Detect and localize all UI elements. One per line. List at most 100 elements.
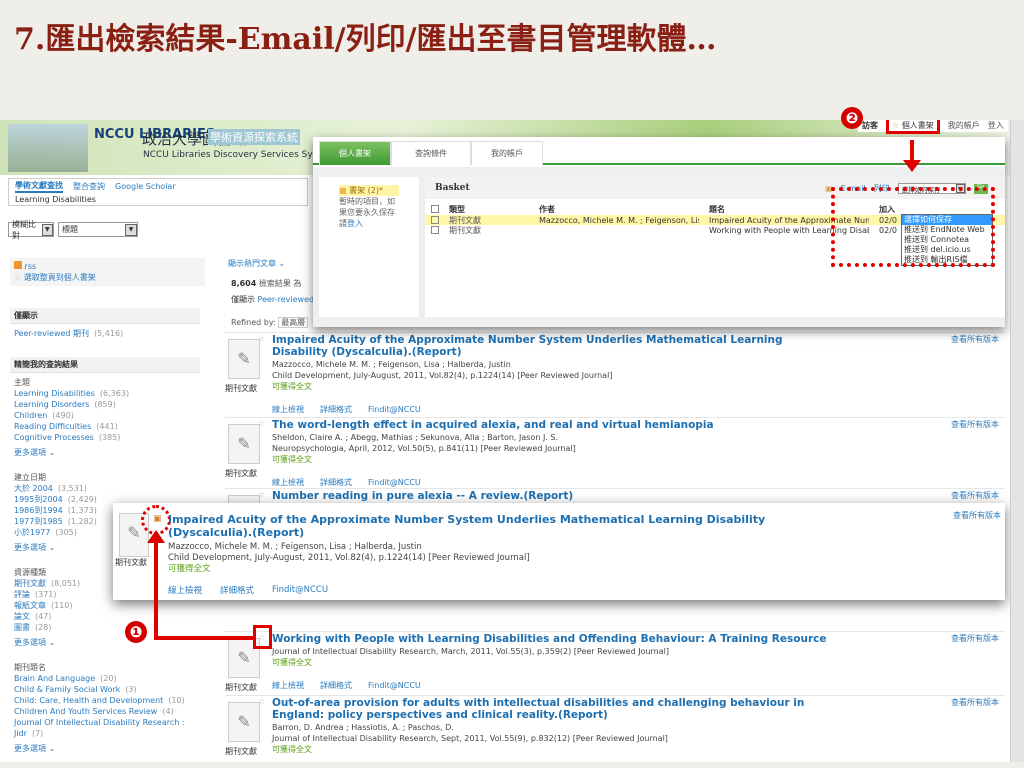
tab-scholarly-search[interactable]: 學術文獻查找 bbox=[15, 180, 63, 193]
facet-item[interactable]: Learning Disorders (859) bbox=[14, 399, 201, 410]
field-select-value: 標題 bbox=[62, 225, 78, 234]
browser-screenshot: NCCU LIBRARIES 政治大學圖書館 學術資源探索系統 NCCU Lib… bbox=[0, 120, 1010, 762]
facet-item[interactable]: Reading Difficulties (441) bbox=[14, 421, 201, 432]
tab-google-scholar[interactable]: Google Scholar bbox=[115, 182, 176, 191]
result-title[interactable]: Impaired Acuity of the Approximate Numbe… bbox=[168, 513, 808, 539]
result-item: ✎ 期刊文獻 ☆ The word-length effect in acqui… bbox=[225, 417, 1005, 487]
user-label: 訪客 bbox=[862, 120, 878, 130]
facet-count: (5,416) bbox=[94, 329, 124, 338]
result-item: ✎ 期刊文獻 ☆ Number reading in pure alexia -… bbox=[225, 488, 1005, 549]
facet-item[interactable]: Brain And Language (20) bbox=[14, 673, 201, 684]
search-box: 學術文獻查找 整合查詢 Google Scholar Learning Disa… bbox=[8, 178, 308, 206]
basket-link[interactable]: ☆ 個人書架 bbox=[886, 120, 940, 134]
search-options: 模糊比對 ▼ 標題 ▼ bbox=[8, 220, 138, 240]
findit-link[interactable]: Findit@NCCU bbox=[272, 585, 328, 595]
result-title[interactable]: Out-of-area provision for adults with in… bbox=[272, 697, 832, 721]
more-options-link[interactable]: 更多選項 ⌄ bbox=[14, 447, 201, 458]
facet-item[interactable]: Cognitive Processes (385) bbox=[14, 432, 201, 443]
match-select[interactable]: 模糊比對 ▼ bbox=[8, 220, 54, 240]
star-icon[interactable]: ☆ bbox=[258, 419, 265, 428]
facet-item[interactable]: 大於 2004 (3,531) bbox=[14, 483, 201, 494]
login-link[interactable]: 登入 bbox=[988, 120, 1004, 131]
system-tag: 學術資源探索系統 bbox=[208, 129, 300, 145]
tab-query[interactable]: 查詢條件 bbox=[391, 141, 471, 165]
step-2-badge: ❷ bbox=[841, 107, 863, 129]
chevron-down-icon: ▼ bbox=[125, 223, 137, 236]
result-title[interactable]: Impaired Acuity of the Approximate Numbe… bbox=[272, 334, 832, 358]
tab-account[interactable]: 我的帳戶 bbox=[471, 141, 543, 165]
details-link[interactable]: 詳細格式 bbox=[320, 477, 352, 488]
scrollbar[interactable] bbox=[1010, 120, 1024, 762]
type-label: 期刊文獻 bbox=[225, 747, 257, 756]
facet-group-title: 期刊題名 bbox=[14, 663, 46, 672]
all-versions-link[interactable]: 查看所有版本 bbox=[951, 419, 999, 430]
facet-item[interactable]: 論文 (47) bbox=[14, 611, 201, 622]
row-checkbox[interactable] bbox=[431, 216, 439, 224]
arrow-1-shaft bbox=[154, 542, 158, 640]
all-versions-link[interactable]: 查看所有版本 bbox=[951, 697, 999, 708]
star-icon[interactable]: ☆ bbox=[258, 334, 265, 343]
search-input[interactable]: Learning Disabilities bbox=[9, 194, 307, 205]
star-icon: ☆ bbox=[14, 273, 22, 282]
facet-item[interactable]: Learning Disabilities (6,363) bbox=[14, 388, 201, 399]
star-icon[interactable]: ☆ bbox=[258, 697, 265, 706]
star-icon: ☆ bbox=[892, 120, 900, 130]
account-link[interactable]: 我的帳戶 bbox=[948, 120, 980, 131]
facet-group-title: 建立日期 bbox=[14, 473, 46, 482]
facet-item[interactable]: Child & Family Social Work (3) bbox=[14, 684, 201, 695]
chevron-down-icon: ▼ bbox=[41, 223, 53, 236]
details-link[interactable]: 詳細格式 bbox=[320, 404, 352, 415]
details-link[interactable]: 詳細格式 bbox=[320, 680, 352, 691]
basket-folder[interactable]: ■ 書架 (2)* bbox=[339, 185, 399, 196]
all-versions-link[interactable]: 查看所有版本 bbox=[951, 490, 999, 501]
view-online-link[interactable]: 線上檢視 bbox=[272, 477, 304, 488]
arrow-1-base bbox=[154, 636, 256, 640]
view-online-link[interactable]: 線上檢視 bbox=[168, 584, 202, 596]
star-highlight-box bbox=[253, 625, 272, 649]
result-meta: Mazzocco, Michele M. M. ; Feigenson, Lis… bbox=[272, 360, 613, 391]
facet-item[interactable]: Children And Youth Services Review (4) bbox=[14, 706, 201, 717]
user-links: 訪客 ☆ 個人書架 我的帳戶 登入 bbox=[858, 120, 1008, 134]
facet-item[interactable]: 圖書 (28) bbox=[14, 622, 201, 633]
select-all-checkbox[interactable] bbox=[431, 205, 439, 213]
result-title[interactable]: Number reading in pure alexia -- A revie… bbox=[272, 490, 832, 502]
step-1-badge: ❶ bbox=[125, 621, 147, 643]
findit-link[interactable]: Findit@NCCU bbox=[368, 405, 421, 414]
facet-item[interactable]: Child: Care, Health and Development (10) bbox=[14, 695, 201, 706]
popular-articles-toggle[interactable]: 顯示熱門文章 ⌄ bbox=[228, 258, 285, 269]
facet-item[interactable]: Journal Of Intellectual Disability Resea… bbox=[14, 717, 201, 739]
row-checkbox[interactable] bbox=[431, 226, 439, 234]
facet-item[interactable]: 報紙文章 (110) bbox=[14, 600, 201, 611]
star-icon[interactable]: ☆ bbox=[258, 490, 265, 499]
save-page-link[interactable]: 選取整頁到個人書架 bbox=[24, 273, 96, 282]
slide-title: 7.匯出檢索結果-Email/列印/匯出至書目管理軟體… bbox=[14, 22, 717, 57]
basket-popup: 個人書架 查詢條件 我的帳戶 ■ 書架 (2)* 暫時的項目，如果您要永久保存請… bbox=[313, 137, 1005, 327]
details-link[interactable]: 詳細格式 bbox=[220, 584, 254, 596]
result-meta: Barron, D. Andrea ; Hassiotis, A. ; Pasc… bbox=[272, 723, 668, 754]
more-options-link[interactable]: 更多選項 ⌄ bbox=[14, 743, 201, 754]
all-versions-link[interactable]: 查看所有版本 bbox=[951, 633, 999, 644]
result-title[interactable]: The word-length effect in acquired alexi… bbox=[272, 419, 832, 431]
result-title[interactable]: Working with People with Learning Disabi… bbox=[272, 633, 832, 645]
document-icon: ✎ bbox=[228, 424, 260, 464]
all-versions-link[interactable]: 查看所有版本 bbox=[953, 510, 1001, 521]
peer-reviewed-filter[interactable]: Peer-reviewed 期刊 bbox=[14, 329, 89, 338]
document-icon: ✎ bbox=[228, 702, 260, 742]
tab-basket[interactable]: 個人書架 bbox=[319, 141, 391, 165]
type-label: 期刊文獻 bbox=[225, 469, 257, 478]
all-versions-link[interactable]: 查看所有版本 bbox=[951, 334, 999, 345]
basket-login-link[interactable]: 登入 bbox=[347, 219, 363, 228]
rss-link[interactable]: rss bbox=[25, 262, 37, 271]
facet-item[interactable]: Children (490) bbox=[14, 410, 201, 421]
view-online-link[interactable]: 線上檢視 bbox=[272, 404, 304, 415]
view-online-link[interactable]: 線上檢視 bbox=[272, 680, 304, 691]
field-select[interactable]: 標題 ▼ bbox=[58, 222, 138, 237]
only-show-line: 僅顯示 Peer-reviewed bbox=[231, 295, 315, 304]
rss-icon bbox=[14, 261, 22, 269]
results-count: 8,604 檢索結果 為 bbox=[231, 279, 302, 288]
document-icon: ✎ bbox=[228, 339, 260, 379]
result-meta: Mazzocco, Michele M. M. ; Feigenson, Lis… bbox=[168, 542, 530, 574]
findit-link[interactable]: Findit@NCCU bbox=[368, 681, 421, 690]
findit-link[interactable]: Findit@NCCU bbox=[368, 478, 421, 487]
tab-federated-search[interactable]: 整合查詢 bbox=[73, 181, 105, 192]
